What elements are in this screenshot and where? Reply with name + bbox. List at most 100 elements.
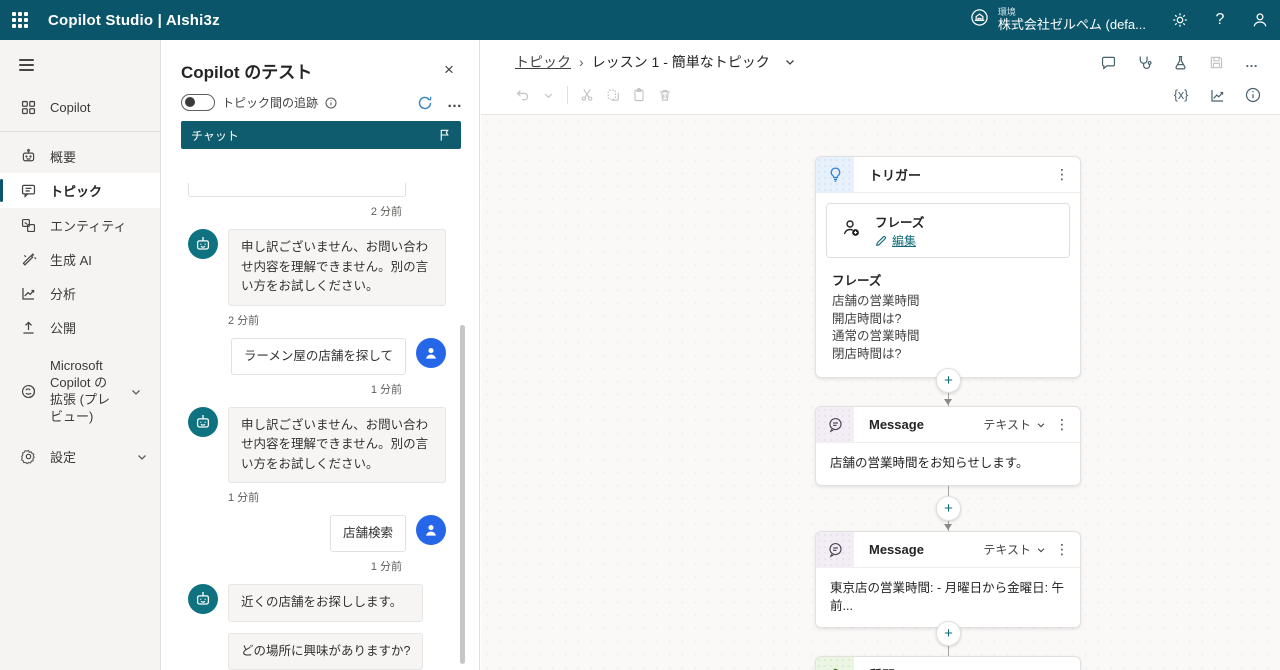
node-title: Message [869, 417, 924, 432]
sidebar-item-publish[interactable]: 公開 [0, 310, 160, 344]
bot-avatar [188, 229, 218, 260]
phrases-card-title: フレーズ [875, 216, 925, 230]
phrase-item: 通常の営業時間 [832, 329, 920, 343]
message-type-dropdown[interactable]: テキスト [983, 541, 1046, 558]
sidebar-item-overview[interactable]: 概要 [0, 139, 160, 173]
message-node-2[interactable]: Message テキスト ⋮ 東京店の営業時間: - 月曜日から金曜日: 午前.… [815, 531, 1081, 628]
app-launcher-waffle-icon[interactable] [0, 0, 40, 40]
message-bubble-icon [816, 406, 854, 443]
environment-name: 株式会社ゼルペム (defa... [997, 16, 1146, 32]
track-between-topics-toggle[interactable] [181, 94, 215, 111]
chat-bubble: 申し訳ございません、お問い合わせ内容を理解できません。別の言い方をお試しください… [228, 406, 446, 483]
test-flask-icon[interactable] [1166, 49, 1194, 75]
breadcrumb-topics-link[interactable]: トピック [515, 52, 571, 72]
toggle-label: トピック間の追跡 [222, 96, 319, 110]
copy-icon [600, 83, 626, 107]
trigger-node[interactable]: トリガー ⋮ フレーズ 編集 フレーズ 店舗の営業時間 開店時間は? 通常の営業… [815, 156, 1081, 378]
phrases-person-icon [839, 216, 863, 245]
more-vertical-icon[interactable]: ⋮ [1052, 541, 1072, 558]
undo-chevron-icon [535, 83, 561, 107]
cut-icon [574, 83, 600, 107]
sidebar-item-label: Copilot [50, 99, 91, 115]
delete-icon [652, 83, 678, 107]
question-node-partial[interactable]: 質問 [815, 656, 1081, 670]
sidebar-item-topics[interactable]: トピック [0, 173, 160, 208]
chat-message-user: ラーメン屋の店舗を探して [181, 337, 446, 375]
message-node-1[interactable]: Message テキスト ⋮ 店舗の営業時間をお知らせします。 [815, 406, 1081, 486]
help-icon[interactable]: ? [1200, 0, 1240, 40]
top-app-bar: Copilot Studio | AIshi3z 環境 株式会社ゼルペム (de… [0, 0, 1280, 40]
more-vertical-icon[interactable]: ⋮ [1052, 166, 1072, 183]
chevron-down-icon [136, 451, 160, 463]
reset-conversation-icon[interactable] [417, 95, 433, 111]
sidebar-item-label: 設定 [50, 450, 77, 466]
edit-toolbar: {x} [481, 78, 1280, 112]
sidebar-item-settings[interactable]: 設定 [0, 440, 160, 474]
sidebar-item-entities[interactable]: エンティティ [0, 208, 160, 242]
flow-canvas[interactable]: トリガー ⋮ フレーズ 編集 フレーズ 店舗の営業時間 開店時間は? 通常の営業… [481, 115, 1280, 670]
wand-sparkle-icon [19, 250, 37, 268]
phrases-list-title: フレーズ [832, 274, 882, 288]
message-body-text[interactable]: 店舗の営業時間をお知らせします。 [816, 443, 1080, 485]
question-icon [816, 656, 854, 670]
sidebar-item-generative-ai[interactable]: 生成 AI [0, 242, 160, 276]
sidebar-nav: Copilot 概要 トピック エンティティ 生成 AI 分析 公開 Micro… [0, 40, 161, 670]
publish-upload-icon [19, 318, 37, 336]
connector-arrowhead [944, 524, 952, 530]
environment-picker[interactable]: 環境 株式会社ゼルペム (defa... [956, 0, 1160, 40]
sidebar-item-label: 生成 AI [50, 252, 92, 268]
phrase-item: 閉店時間は? [832, 346, 902, 361]
variables-icon[interactable]: {x} [1168, 83, 1194, 107]
add-node-button[interactable]: + [936, 621, 961, 646]
more-horizontal-icon[interactable]: … [1238, 49, 1266, 75]
message-type-dropdown[interactable]: テキスト [983, 416, 1046, 433]
chat-message-user: 店舗検索 [181, 515, 446, 553]
chat-bubble: ラーメン屋の店舗を探して [230, 337, 406, 375]
node-title: トリガー [869, 168, 922, 183]
copilot-extension-icon [19, 383, 37, 401]
close-icon[interactable]: × [435, 56, 463, 84]
flag-icon[interactable] [438, 128, 451, 142]
topic-analytics-icon[interactable] [1204, 83, 1230, 107]
timestamp: 1 分前 [228, 492, 260, 504]
chat-bubble: 店舗検索 [329, 515, 406, 553]
trigger-phrases-card[interactable]: フレーズ 編集 [826, 203, 1070, 258]
comments-icon[interactable] [1094, 49, 1122, 75]
sidebar-item-label: トピック [50, 184, 103, 199]
sidebar-item-copilot-extensions[interactable]: Microsoft Copilot の拡張 (プレビュー) [0, 352, 160, 432]
add-node-button[interactable]: + [936, 368, 961, 393]
chat-message-bot-group: 近くの店舗をお探しします。 どの場所に興味がありますか? [188, 584, 446, 670]
copilot-test-panel: Copilot のテスト × トピック間の追跡 … チャット 2 分前 申し訳ご… [161, 40, 480, 670]
timestamp: 2 分前 [370, 206, 402, 219]
phrase-item: 店舗の営業時間 [832, 294, 920, 308]
topic-checker-icon[interactable] [1130, 49, 1158, 75]
timestamp: 2 分前 [228, 314, 260, 327]
info-icon[interactable] [325, 96, 337, 109]
sidebar-item-label: エンティティ [50, 218, 127, 234]
account-icon[interactable] [1240, 0, 1280, 40]
add-node-button[interactable]: + [936, 496, 961, 521]
topic-title-chevron-icon[interactable] [784, 56, 796, 68]
sidebar-item-copilot[interactable]: Copilot [0, 90, 160, 124]
chat-header-label: チャット [191, 128, 239, 143]
chat-message-user-partial: 探して [188, 183, 406, 198]
edit-phrases-link[interactable]: 編集 [875, 232, 924, 249]
gear-icon [19, 448, 37, 466]
app-title: Copilot Studio | AIshi3z [48, 11, 220, 29]
chat-message-list[interactable]: 探して 2 分前 申し訳ございません、お問い合わせ内容を理解できません。別の言い… [181, 183, 446, 670]
message-body-text[interactable]: 東京店の営業時間: - 月曜日から金曜日: 午前... [816, 568, 1080, 627]
phrase-item: 開店時間は? [832, 311, 902, 326]
more-horizontal-icon[interactable]: … [447, 94, 463, 111]
chevron-down-icon [1037, 547, 1045, 552]
sidebar-item-analytics[interactable]: 分析 [0, 276, 160, 310]
chat-scrollbar[interactable] [460, 325, 465, 664]
chat-message-bot: 申し訳ございません、お問い合わせ内容を理解できません。別の言い方をお試しください… [188, 406, 446, 483]
user-avatar [416, 515, 446, 545]
info-icon[interactable] [1240, 83, 1266, 107]
collapse-menu-icon[interactable] [0, 48, 46, 82]
settings-gear-icon[interactable] [1160, 0, 1200, 40]
breadcrumb-separator: › [579, 54, 584, 70]
more-vertical-icon[interactable]: ⋮ [1052, 416, 1072, 433]
copilot-grid-icon [19, 98, 37, 116]
sidebar-item-label: 分析 [50, 286, 77, 302]
